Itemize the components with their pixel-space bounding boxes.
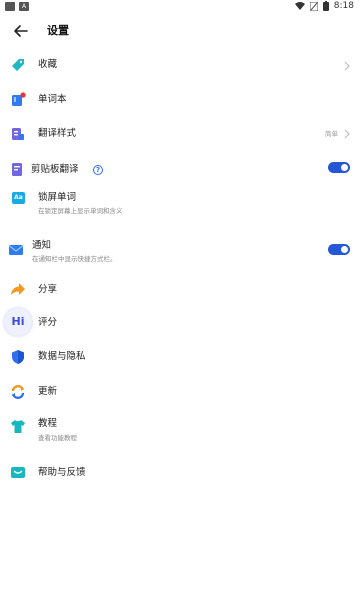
book-icon [12,92,26,106]
settings-item-privacy[interactable]: 数据与隐私 [0,346,360,368]
settings-item-lockscreen[interactable]: Aa 锁屏单词 在锁定屏幕上显示单词和含义 [0,189,360,221]
clipboard-label: 剪贴板翻译 [31,164,79,175]
clipboard-toggle[interactable] [328,162,350,173]
status-time: 8:18 [333,1,354,11]
back-arrow-icon[interactable] [12,22,30,40]
settings-item-update[interactable]: 更新 [0,381,360,403]
shirt-icon [11,420,25,433]
tutorial-label: 教程 [38,418,58,429]
shield-icon [12,350,24,364]
settings-item-share[interactable]: 分享 [0,279,360,301]
hi-badge-icon: Hi [4,308,32,336]
settings-item-tutorial[interactable]: 教程 查看功能教程 [0,414,360,446]
settings-item-help[interactable]: 帮助与反馈 [0,462,360,484]
chat-icon [11,467,25,478]
update-label: 更新 [38,386,58,397]
lockscreen-sub: 在锁定屏幕上显示单词和含义 [38,207,123,215]
lockscreen-label: 锁屏单词 [38,192,77,203]
toggle-knob [341,246,348,253]
battery-icon [322,1,329,11]
mail-icon [9,245,23,255]
status-right: 8:18 [294,1,354,11]
tag-icon [12,59,24,71]
privacy-label: 数据与隐私 [38,351,86,362]
tutorial-sub: 查看功能教程 [38,434,77,442]
notification-toggle[interactable] [328,244,350,255]
wifi-icon [294,2,305,10]
style-icon [12,128,24,140]
clipboard-icon [12,163,22,176]
header: 设置 [0,16,360,46]
rate-label: 评分 [38,317,58,328]
settings-item-notification[interactable]: 通知 在通知栏中显示快捷方式栏。 [0,237,360,269]
notification-label: 通知 [32,240,52,251]
status-bar: A 8:18 [0,0,360,14]
help-question-icon[interactable]: ? [93,165,103,175]
settings-item-wordbook[interactable]: 单词本 [0,89,360,111]
refresh-icon [11,385,25,399]
hi-badge-text: Hi [11,315,25,328]
sim-badge-icon [5,2,15,11]
translate-style-label: 翻译样式 [38,128,77,139]
share-arrow-icon [11,283,25,295]
page-title: 设置 [47,24,69,37]
wordbook-label: 单词本 [38,94,67,105]
settings-item-translate-style[interactable]: 翻译样式 简单 [0,123,360,145]
a-status-icon: A [19,2,29,11]
help-label: 帮助与反馈 [38,467,86,478]
share-label: 分享 [38,284,58,295]
chevron-right-icon [344,61,350,71]
status-left-icons: A [5,2,29,11]
signal-icon [309,1,318,11]
notification-sub: 在通知栏中显示快捷方式栏。 [32,255,117,263]
settings-item-rate[interactable]: Hi 评分 [0,307,360,337]
favorites-label: 收藏 [38,59,58,70]
settings-item-favorites[interactable]: 收藏 [0,54,360,76]
translate-style-value: 简单 [325,130,338,138]
chevron-right-icon [344,129,350,139]
aa-icon: Aa [12,192,25,204]
toggle-knob [341,164,348,171]
settings-item-clipboard[interactable]: 剪贴板翻译 ? [0,158,360,180]
